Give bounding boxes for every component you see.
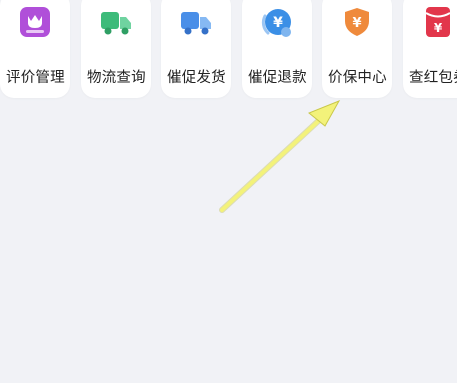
annotation-arrow xyxy=(219,100,341,213)
